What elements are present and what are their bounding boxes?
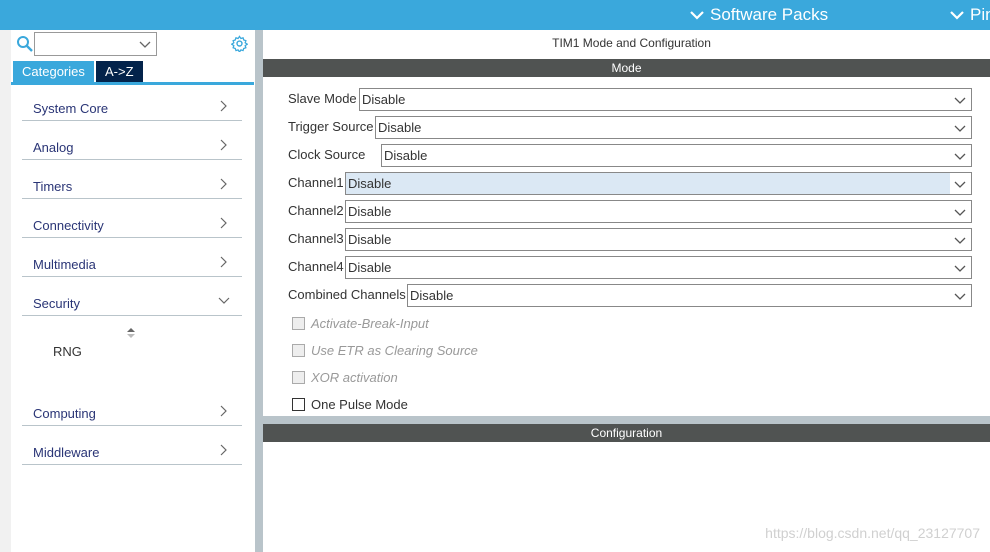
select-value: Disable <box>384 148 428 163</box>
field-row: Trigger Source Disable <box>288 116 972 139</box>
category-system-core[interactable]: System Core <box>22 82 242 121</box>
chevron-right-icon <box>220 217 227 229</box>
category-security[interactable]: Security <box>22 277 242 316</box>
field-label: Channel2 <box>288 203 344 218</box>
chevron-down-icon <box>954 181 966 188</box>
chevron-down-icon <box>139 41 151 48</box>
select-value: Disable <box>348 204 392 219</box>
field-select[interactable]: Disable <box>407 284 972 307</box>
mode-header: Mode <box>263 59 990 77</box>
sort-icon[interactable] <box>127 327 135 339</box>
field-label: Channel4 <box>288 259 344 274</box>
select-value: Disable <box>348 176 392 191</box>
select-value: Disable <box>362 92 406 107</box>
field-row: Combined Channels Disable <box>288 284 972 307</box>
software-packs-menu[interactable]: Software Packs <box>690 5 828 25</box>
chevron-down-icon <box>954 265 966 272</box>
field-select[interactable]: Disable <box>359 88 972 111</box>
field-row: Channel1 Disable <box>288 172 972 195</box>
activate-break-input-checkbox: Activate-Break-Input <box>292 316 429 331</box>
chevron-down-icon <box>950 11 964 20</box>
field-row: Clock Source Disable <box>288 144 972 167</box>
pinout-menu[interactable]: Pinout <box>950 5 990 25</box>
search-input[interactable] <box>34 32 157 56</box>
field-row: Slave Mode Disable <box>288 88 972 111</box>
field-label: Slave Mode <box>288 91 357 106</box>
field-select[interactable]: Disable <box>375 116 972 139</box>
configuration-header[interactable]: Configuration <box>263 424 990 442</box>
field-label: Channel1 <box>288 175 344 190</box>
field-select[interactable]: Disable <box>345 172 972 195</box>
checkbox-box <box>292 344 305 357</box>
gear-icon[interactable] <box>231 35 248 52</box>
select-value: Disable <box>410 288 454 303</box>
chevron-down-icon <box>954 209 966 216</box>
peripheral-rng[interactable]: RNG <box>53 344 82 359</box>
field-select[interactable]: Disable <box>345 256 972 279</box>
search-icon[interactable] <box>16 35 34 53</box>
chevron-down-icon <box>218 297 230 304</box>
tab-categories[interactable]: Categories <box>13 61 94 82</box>
checkbox-box[interactable] <box>292 398 305 411</box>
top-toolbar <box>0 0 990 30</box>
field-select[interactable]: Disable <box>381 144 972 167</box>
tab-a-z[interactable]: A->Z <box>96 61 143 82</box>
chevron-down-icon <box>954 237 966 244</box>
category-middleware[interactable]: Middleware <box>22 426 242 465</box>
field-label: Clock Source <box>288 147 366 162</box>
chevron-right-icon <box>220 256 227 268</box>
chevron-right-icon <box>220 100 227 112</box>
chevron-right-icon <box>220 405 227 417</box>
field-row: Channel3 Disable <box>288 228 972 251</box>
chevron-down-icon <box>954 153 966 160</box>
one-pulse-mode-checkbox[interactable]: One Pulse Mode <box>292 397 408 412</box>
category-computing[interactable]: Computing <box>22 387 242 426</box>
section-divider <box>263 416 990 424</box>
field-row: Channel4 Disable <box>288 256 972 279</box>
xor-activation-checkbox: XOR activation <box>292 370 398 385</box>
chevron-right-icon <box>220 444 227 456</box>
field-label: Combined Channels <box>288 287 406 302</box>
field-label: Trigger Source <box>288 119 374 134</box>
category-multimedia[interactable]: Multimedia <box>22 238 242 277</box>
page-title: TIM1 Mode and Configuration <box>552 36 711 50</box>
field-select[interactable]: Disable <box>345 228 972 251</box>
category-connectivity[interactable]: Connectivity <box>22 199 242 238</box>
chevron-right-icon <box>220 178 227 190</box>
category-analog[interactable]: Analog <box>22 121 242 160</box>
checkbox-box <box>292 317 305 330</box>
chevron-down-icon <box>690 11 704 20</box>
chevron-down-icon <box>954 293 966 300</box>
category-timers[interactable]: Timers <box>22 160 242 199</box>
field-select[interactable]: Disable <box>345 200 972 223</box>
checkbox-box <box>292 371 305 384</box>
chevron-right-icon <box>220 139 227 151</box>
select-value: Disable <box>348 232 392 247</box>
select-value: Disable <box>378 120 422 135</box>
use-etr-clearing-checkbox: Use ETR as Clearing Source <box>292 343 478 358</box>
watermark: https://blog.csdn.net/qq_23127707 <box>765 525 980 541</box>
field-row: Channel2 Disable <box>288 200 972 223</box>
left-margin <box>0 30 11 552</box>
chevron-down-icon <box>954 125 966 132</box>
panel-splitter[interactable] <box>255 30 263 552</box>
select-value: Disable <box>348 260 392 275</box>
chevron-down-icon <box>954 97 966 104</box>
field-label: Channel3 <box>288 231 344 246</box>
